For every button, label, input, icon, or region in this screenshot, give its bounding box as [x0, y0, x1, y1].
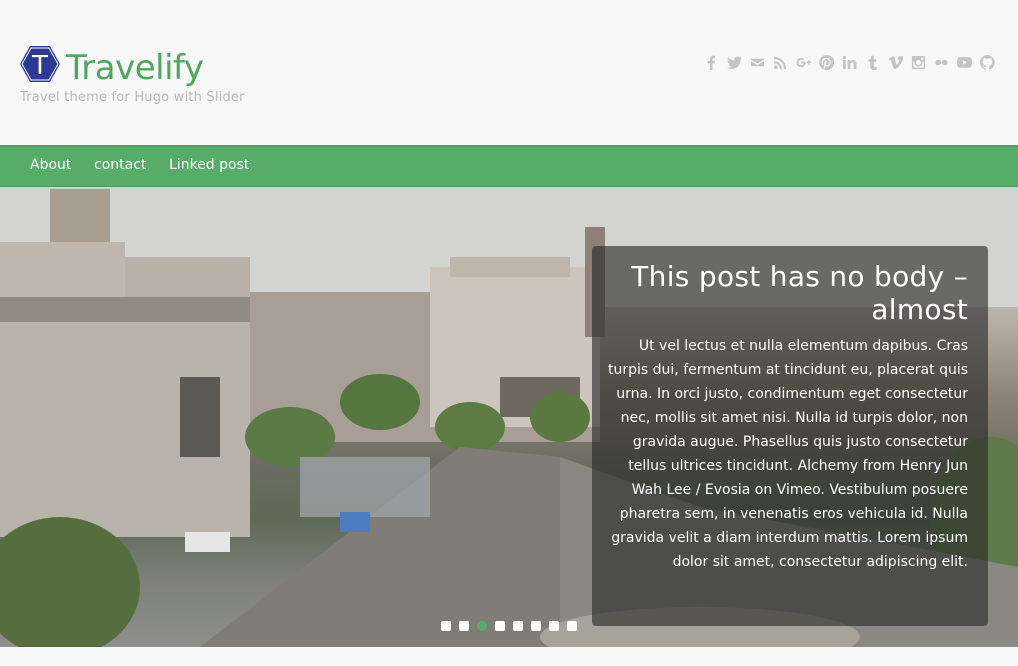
twitter-icon[interactable]: [726, 54, 743, 71]
site-logo[interactable]: T: [20, 45, 60, 83]
slide-excerpt: Ut vel lectus et nulla elementum dapibus…: [608, 338, 969, 570]
youtube-icon[interactable]: [956, 54, 973, 71]
vimeo-icon[interactable]: [887, 54, 904, 71]
slider-dot[interactable]: [513, 621, 523, 631]
slider-dot[interactable]: [531, 621, 541, 631]
content-area-top: [0, 647, 1018, 666]
slider-dot[interactable]: [495, 621, 505, 631]
facebook-icon[interactable]: [703, 54, 720, 71]
slider-dot[interactable]: [549, 621, 559, 631]
nav-item-contact[interactable]: contact: [94, 157, 146, 173]
site-tagline: Travel theme for Hugo with Slider: [20, 90, 245, 105]
instagram-icon[interactable]: [910, 54, 927, 71]
social-links: [703, 54, 996, 71]
featured-slider[interactable]: This post has no body – almost Ut vel le…: [0, 187, 1018, 647]
nav-item-about[interactable]: About: [30, 157, 71, 173]
slide-caption: This post has no body – almost Ut vel le…: [592, 246, 988, 626]
slider-dot[interactable]: [441, 621, 451, 631]
flickr-icon[interactable]: [933, 54, 950, 71]
logo-letter: T: [31, 51, 48, 81]
nav-item-linked-post[interactable]: Linked post: [169, 157, 249, 173]
pinterest-icon[interactable]: [818, 54, 835, 71]
slider-pagination: [441, 621, 577, 631]
tumblr-icon[interactable]: [864, 54, 881, 71]
slider-dot-active[interactable]: [477, 621, 487, 631]
google-plus-icon[interactable]: [795, 54, 812, 71]
email-icon[interactable]: [749, 54, 766, 71]
logo-hexagon-icon: T: [20, 45, 60, 83]
rss-icon[interactable]: [772, 54, 789, 71]
site-header: T Travelify Travel theme for Hugo with S…: [0, 0, 1018, 145]
main-navigation: About contact Linked post: [0, 145, 1018, 187]
github-icon[interactable]: [979, 54, 996, 71]
slide-title[interactable]: This post has no body – almost: [608, 260, 968, 326]
slider-dot[interactable]: [459, 621, 469, 631]
site-title[interactable]: Travelify: [66, 48, 204, 88]
linkedin-icon[interactable]: [841, 54, 858, 71]
slider-dot[interactable]: [567, 621, 577, 631]
